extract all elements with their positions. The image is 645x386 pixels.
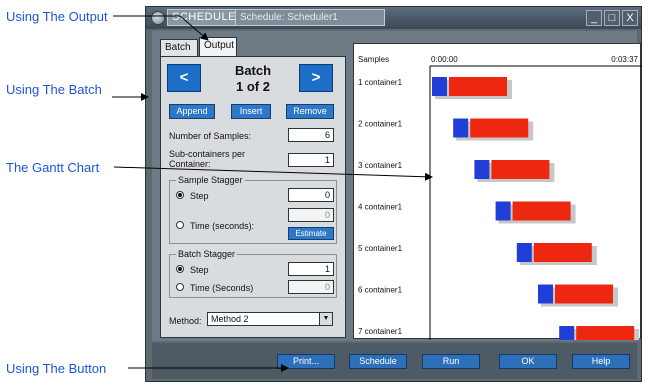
batch-step-label: Step	[190, 265, 209, 275]
gantt-time-start: 0:00:00	[431, 55, 458, 64]
callout-using-the-button: Using The Button	[6, 361, 107, 376]
close-button[interactable]: X	[622, 10, 638, 26]
gantt-row-label: 5 container1	[358, 244, 403, 253]
gantt-bar-step-b	[470, 118, 529, 138]
callout-using-the-output: Using The Output	[6, 9, 108, 24]
app-icon	[151, 11, 165, 25]
sample-step-input[interactable]: 0	[288, 188, 334, 202]
tab-batch[interactable]: Batch	[160, 39, 198, 56]
gantt-row-label: 6 container1	[358, 286, 403, 295]
gantt-bar-step-b	[576, 326, 635, 340]
batch-step-radio[interactable]	[176, 265, 184, 273]
insert-button[interactable]: Insert	[231, 104, 271, 119]
number-of-samples-label: Number of Samples:	[169, 131, 252, 141]
gantt-panel: Samples 0:00:00 0:03:37 1 container1 2 co…	[353, 43, 642, 340]
gantt-bar-step-b	[555, 284, 613, 304]
gantt-row-label: 4 container1	[358, 203, 403, 212]
print-button[interactable]: Print...	[277, 354, 335, 369]
ok-button[interactable]: OK	[499, 354, 557, 369]
minimize-button[interactable]: _	[586, 10, 602, 26]
help-button[interactable]: Help	[572, 354, 630, 369]
gantt-bar-step-a	[453, 118, 469, 138]
gantt-bar-step-a	[432, 77, 447, 96]
method-select-value: Method 2	[211, 314, 249, 324]
gantt-bar-step-b	[449, 77, 507, 96]
gantt-bar-step-a	[538, 284, 553, 304]
gantt-row-label: 7 container1	[358, 327, 403, 336]
chevron-down-icon[interactable]: ▼	[319, 313, 332, 325]
sample-time-input[interactable]: 0	[288, 208, 334, 222]
batch-panel: < Batch 1 of 2 > Append Insert Remove Nu…	[160, 56, 346, 338]
maximize-button[interactable]: □	[604, 10, 620, 26]
app-name: SCHEDULE	[167, 9, 241, 26]
window-title: Schedule: Scheduler1	[235, 9, 385, 26]
method-select[interactable]: Method 2 ▼	[207, 312, 333, 326]
main-content: Batch Output < Batch 1 of 2 > Append Ins…	[152, 31, 642, 341]
gantt-bar-step-a	[516, 243, 532, 262]
run-button[interactable]: Run	[422, 354, 480, 369]
append-button[interactable]: Append	[169, 104, 215, 119]
number-of-samples-input[interactable]: 6	[288, 128, 334, 142]
estimate-button[interactable]: Estimate	[288, 227, 334, 240]
batch-time-label: Time (Seconds)	[190, 283, 254, 293]
gantt-bar-step-b	[533, 243, 592, 262]
subcontainers-input[interactable]: 1	[288, 153, 334, 167]
title-bar[interactable]: SCHEDULE Schedule: Scheduler1 _ □ X	[146, 7, 641, 29]
gantt-bar-step-a	[559, 326, 575, 340]
gantt-bar-step-a	[474, 160, 490, 179]
sample-stagger-title: Sample Stagger	[176, 175, 245, 185]
gantt-bar-step-b	[512, 201, 571, 221]
method-label: Method:	[169, 316, 202, 326]
gantt-row-label: 1 container1	[358, 78, 403, 87]
sample-stagger-group: Sample Stagger Step 0 0 Time (seconds): …	[169, 175, 337, 244]
button-bar: Print... Schedule Run OK Help	[152, 343, 637, 379]
gantt-row-label: 3 container1	[358, 161, 403, 170]
batch-stagger-title: Batch Stagger	[176, 249, 238, 259]
callout-the-gantt-chart: The Gantt Chart	[6, 160, 100, 175]
gantt-header-samples: Samples	[358, 55, 389, 64]
batch-time-radio[interactable]	[176, 283, 184, 291]
subcontainers-label: Sub-containers per Container:	[169, 149, 246, 169]
gantt-time-end: 0:03:37	[611, 55, 638, 64]
gantt-row-label: 2 container1	[358, 120, 403, 129]
sample-step-radio[interactable]	[176, 191, 184, 199]
sample-time-radio[interactable]	[176, 221, 184, 229]
callout-using-the-batch: Using The Batch	[6, 82, 102, 97]
schedule-button[interactable]: Schedule	[349, 354, 407, 369]
gantt-bar-step-a	[495, 201, 511, 221]
gantt-bar-step-b	[491, 160, 550, 179]
next-batch-button[interactable]: >	[299, 64, 333, 92]
batch-time-input[interactable]: 0	[288, 280, 334, 294]
tab-output[interactable]: Output	[199, 37, 237, 56]
remove-button[interactable]: Remove	[286, 104, 334, 119]
batch-step-input[interactable]: 1	[288, 262, 334, 276]
gantt-chart: Samples 0:00:00 0:03:37 1 container1 2 co…	[358, 55, 642, 340]
sample-step-label: Step	[190, 191, 209, 201]
schedule-window: SCHEDULE Schedule: Scheduler1 _ □ X Batc…	[145, 6, 642, 382]
batch-stagger-group: Batch Stagger Step 1 Time (Seconds) 0	[169, 249, 337, 298]
sample-time-label: Time (seconds):	[190, 221, 255, 231]
